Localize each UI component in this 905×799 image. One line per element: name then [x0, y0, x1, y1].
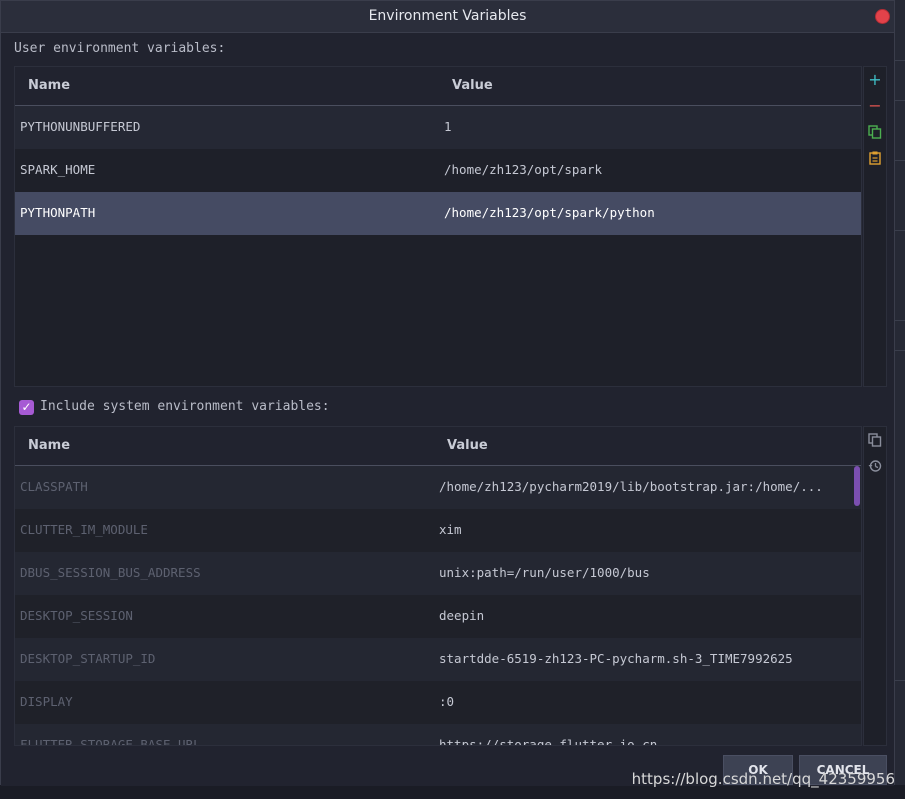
variable-name: DISPLAY: [20, 694, 73, 709]
add-icon[interactable]: +: [868, 72, 882, 88]
name-column-header[interactable]: Name: [28, 78, 70, 93]
variable-value: /home/zh123/opt/spark: [444, 162, 603, 177]
variable-name: CLASSPATH: [20, 479, 88, 494]
include-system-variables-label[interactable]: Include system environment variables:: [40, 399, 330, 414]
table-row[interactable]: DESKTOP_SESSION deepin: [15, 595, 861, 638]
variable-name: DBUS_SESSION_BUS_ADDRESS: [20, 565, 201, 580]
table-row-selected[interactable]: PYTHONPATH /home/zh123/opt/spark/python: [15, 192, 861, 235]
variable-name: SPARK_HOME: [20, 162, 96, 177]
background-ide-strip: [895, 0, 905, 799]
name-column-header[interactable]: Name: [28, 438, 70, 453]
remove-icon[interactable]: −: [868, 98, 882, 114]
watermark-text: https://blog.csdn.net/qq_42359956: [631, 770, 895, 788]
variable-name: PYTHONPATH: [20, 205, 96, 220]
value-column-header[interactable]: Value: [452, 78, 493, 93]
environment-variables-dialog: Environment Variables User environment v…: [0, 0, 895, 786]
variable-value: unix:path=/run/user/1000/bus: [439, 565, 650, 580]
system-variables-table: Name Value CLASSPATH /home/zh123/pycharm…: [14, 426, 862, 746]
variable-value: startdde-6519-zh123-PC-pycharm.sh-3_TIME…: [439, 651, 793, 666]
paste-icon[interactable]: [868, 151, 882, 165]
variable-value: https://storage.flutter-io.cn: [439, 737, 658, 746]
copy-icon[interactable]: [868, 433, 882, 447]
system-table-toolbar: [863, 426, 887, 746]
variable-value: xim: [439, 522, 462, 537]
user-variables-table: Name Value PYTHONUNBUFFERED 1 SPARK_HOME…: [14, 66, 862, 387]
dialog-title: Environment Variables: [368, 8, 527, 24]
user-table-header: Name Value: [15, 67, 861, 106]
table-row[interactable]: FLUTTER_STORAGE_BASE_URL https://storage…: [15, 724, 861, 746]
value-column-header[interactable]: Value: [447, 438, 488, 453]
variable-value: :0: [439, 694, 455, 709]
close-button[interactable]: [875, 9, 890, 24]
variable-name: CLUTTER_IM_MODULE: [20, 522, 148, 537]
copy-icon[interactable]: [868, 125, 882, 139]
table-row[interactable]: PYTHONUNBUFFERED 1: [15, 106, 861, 149]
table-row[interactable]: CLUTTER_IM_MODULE xim: [15, 509, 861, 552]
table-row[interactable]: DBUS_SESSION_BUS_ADDRESS unix:path=/run/…: [15, 552, 861, 595]
variable-name: DESKTOP_SESSION: [20, 608, 133, 623]
variable-value: /home/zh123/opt/spark/python: [444, 205, 655, 220]
variable-name: DESKTOP_STARTUP_ID: [20, 651, 156, 666]
variable-name: PYTHONUNBUFFERED: [20, 119, 141, 134]
table-row[interactable]: DESKTOP_STARTUP_ID startdde-6519-zh123-P…: [15, 638, 861, 681]
restore-icon[interactable]: [868, 459, 882, 473]
variable-value: /home/zh123/pycharm2019/lib/bootstrap.ja…: [439, 479, 823, 494]
table-row[interactable]: DISPLAY :0: [15, 681, 861, 724]
table-row[interactable]: CLASSPATH /home/zh123/pycharm2019/lib/bo…: [15, 466, 861, 509]
user-table-toolbar: + −: [863, 66, 887, 387]
include-system-variables-checkbox[interactable]: ✓: [19, 400, 34, 415]
variable-value: 1: [444, 119, 452, 134]
system-table-scrollbar[interactable]: [854, 466, 860, 506]
variable-name: FLUTTER_STORAGE_BASE_URL: [20, 737, 201, 746]
variable-value: deepin: [439, 608, 485, 623]
user-variables-label: User environment variables:: [14, 41, 226, 56]
title-bar: Environment Variables: [1, 1, 894, 33]
system-table-header: Name Value: [15, 427, 861, 466]
table-row[interactable]: SPARK_HOME /home/zh123/opt/spark: [15, 149, 861, 192]
